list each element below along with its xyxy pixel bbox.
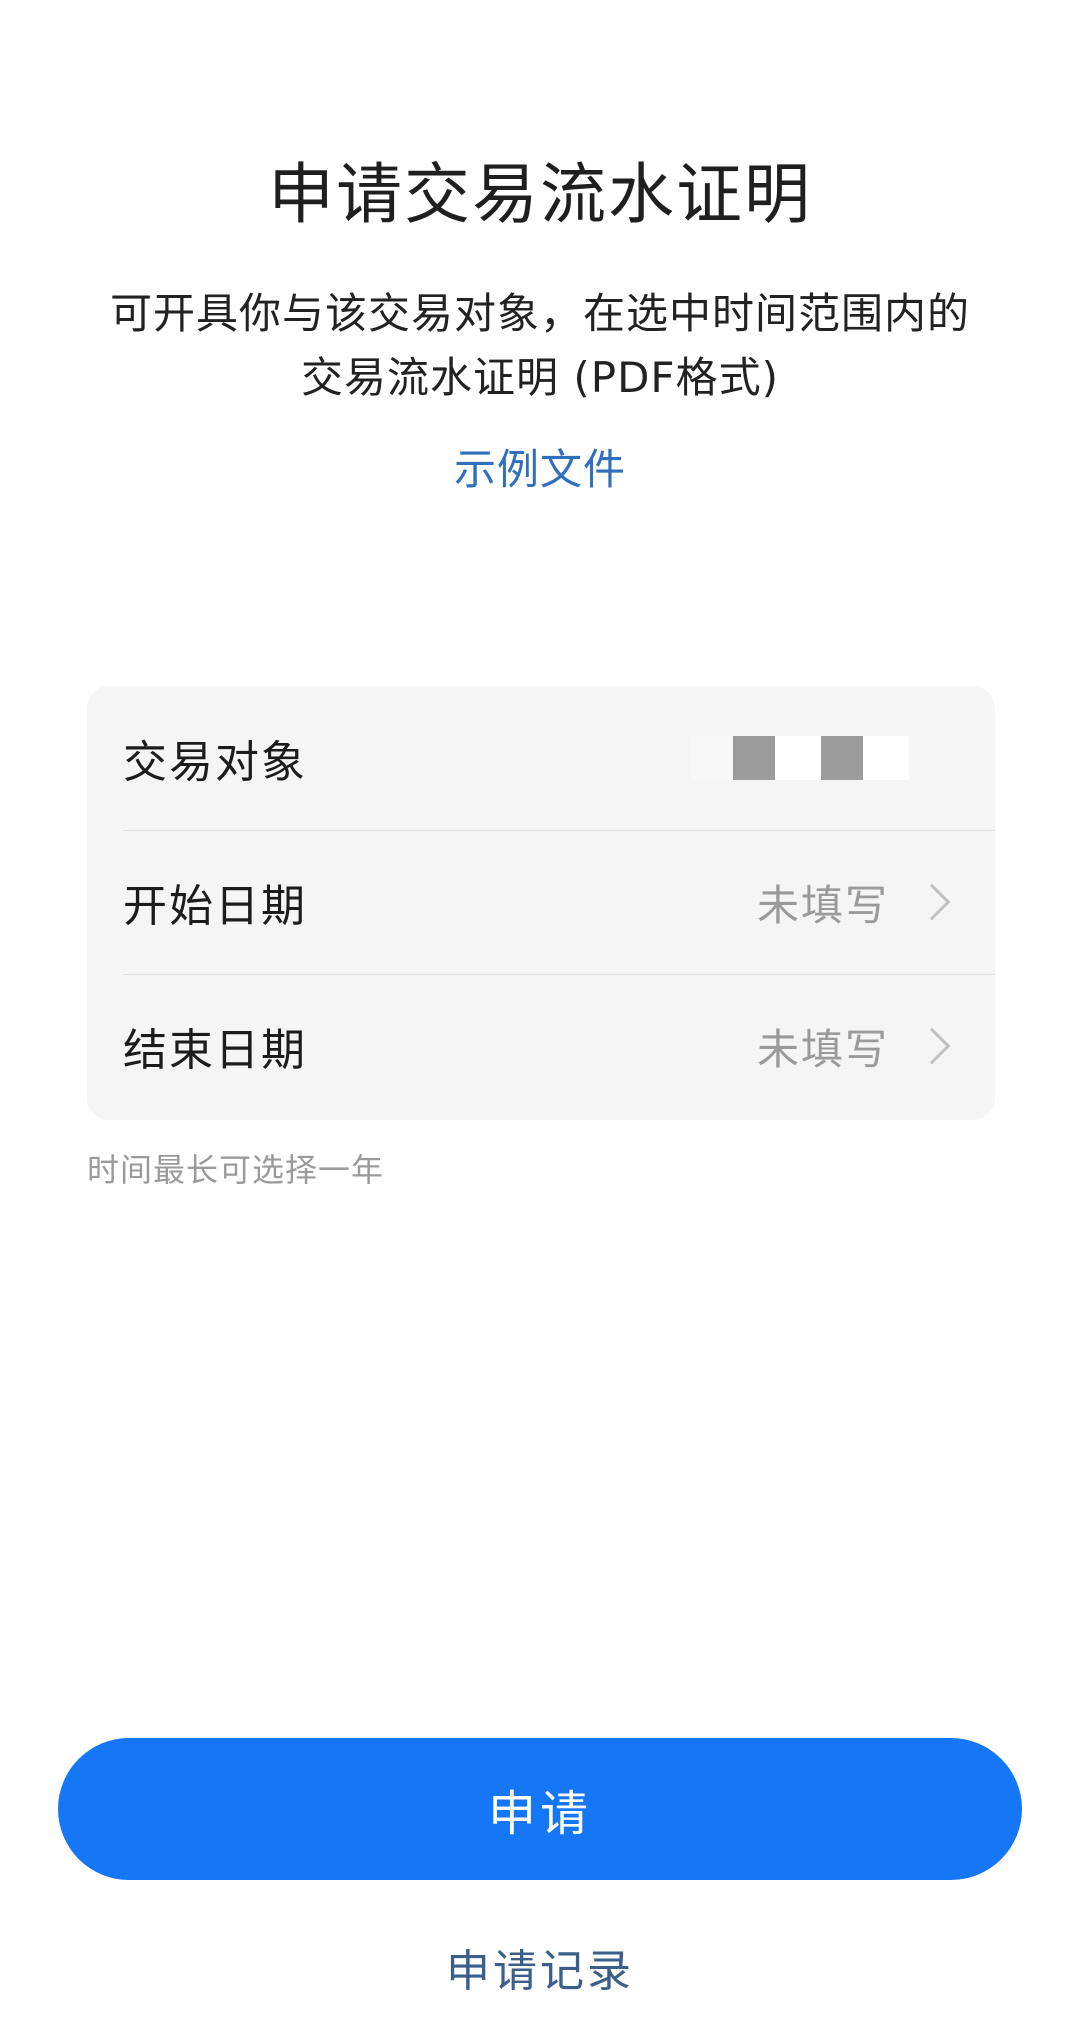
- sample-file-link[interactable]: 示例文件: [0, 440, 1080, 500]
- apply-button[interactable]: 申请: [58, 1738, 1022, 1880]
- start-date-row[interactable]: 开始日期 未填写: [87, 830, 995, 974]
- start-date-label: 开始日期: [123, 881, 307, 932]
- date-range-hint: 时间最长可选择一年: [87, 1151, 385, 1189]
- redaction-block: [691, 736, 733, 780]
- end-date-label: 结束日期: [123, 1025, 307, 1076]
- counterparty-redacted-value: [691, 736, 909, 780]
- redaction-block: [863, 736, 909, 780]
- redaction-block: [733, 736, 775, 780]
- chevron-right-icon: [913, 1027, 951, 1065]
- description-line-2: 交易流水证明 (PDF格式): [301, 353, 779, 402]
- end-date-placeholder: 未填写: [756, 1024, 889, 1074]
- end-date-value: 未填写: [757, 1016, 953, 1077]
- end-date-row[interactable]: 结束日期 未填写: [87, 974, 995, 1118]
- chevron-right-icon: [913, 883, 951, 921]
- page-title: 申请交易流水证明: [268, 156, 812, 233]
- redaction-block: [775, 736, 821, 780]
- description-line-1: 可开具你与该交易对象，在选中时间范围内的: [109, 289, 970, 338]
- statement-request-page: 申请交易流水证明 可开具你与该交易对象，在选中时间范围内的 交易流水证明 (PD…: [0, 0, 1080, 2042]
- application-records-link[interactable]: 申请记录: [0, 1942, 1080, 2002]
- counterparty-label: 交易对象: [123, 737, 307, 788]
- start-date-placeholder: 未填写: [756, 880, 889, 930]
- counterparty-row: 交易对象: [87, 686, 995, 830]
- page-description: 可开具你与该交易对象，在选中时间范围内的 交易流水证明 (PDF格式): [60, 282, 1020, 410]
- form-card: 交易对象 开始日期 未填写 结束日期 未填写: [87, 686, 995, 1120]
- start-date-value: 未填写: [757, 872, 953, 933]
- redaction-block: [821, 736, 863, 780]
